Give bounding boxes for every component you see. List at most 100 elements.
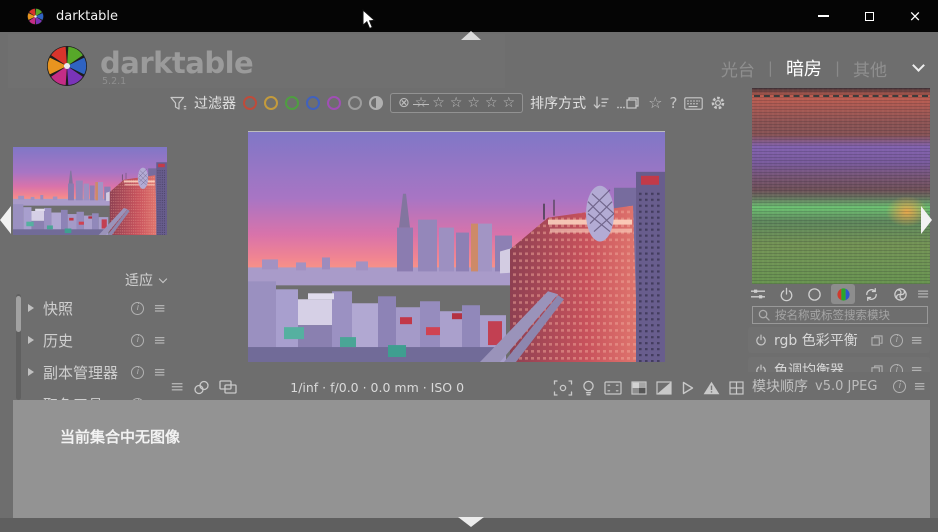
sort-label[interactable]: 排序方式 bbox=[530, 93, 586, 113]
iso12646-bulb-icon[interactable] bbox=[582, 380, 595, 396]
module-power-icon[interactable] bbox=[755, 334, 767, 346]
tab-separator: | bbox=[835, 59, 840, 77]
maximize-icon bbox=[865, 12, 874, 21]
left-panel-scrollbar[interactable] bbox=[16, 294, 21, 400]
color-label-none-icon[interactable] bbox=[348, 96, 362, 110]
navigation-thumbnail[interactable] bbox=[13, 147, 167, 235]
help-icon[interactable]: ? bbox=[669, 94, 677, 112]
tab-other[interactable]: 其他 bbox=[853, 56, 887, 81]
raw-overexposed-icon[interactable] bbox=[631, 381, 647, 395]
panel-section-duplicate-manager[interactable]: 副本管理器 i ≡ bbox=[28, 356, 166, 388]
module-search-input[interactable] bbox=[775, 308, 922, 322]
info-icon[interactable]: i bbox=[131, 366, 144, 379]
softproof-play-icon[interactable] bbox=[681, 381, 694, 395]
module-order-label: 模块顺序 bbox=[752, 376, 808, 396]
second-window-icon[interactable] bbox=[219, 380, 237, 395]
star-4-icon[interactable]: ☆ bbox=[485, 96, 498, 110]
quick-access-icon[interactable] bbox=[746, 284, 770, 304]
tab-darkroom[interactable]: 暗房 bbox=[786, 55, 822, 81]
tab-separator: | bbox=[768, 59, 773, 77]
darktable-logo-icon bbox=[46, 45, 88, 87]
darkroom-bottom-toolbar: ≡ 1/inf · f/0.0 · 0.0 mm · ISO 0 bbox=[170, 375, 744, 400]
clipping-indicator-icon[interactable] bbox=[656, 381, 672, 395]
image-grouping-icon[interactable] bbox=[193, 380, 210, 395]
grouping-stack-icon[interactable] bbox=[616, 96, 641, 110]
crop-borders-icon[interactable] bbox=[604, 381, 622, 395]
star-3-icon[interactable]: ☆ bbox=[467, 96, 480, 110]
section-label: 快照 bbox=[43, 298, 122, 319]
titlebar: darktable × bbox=[0, 0, 938, 32]
presets-menu-icon[interactable]: ≡ bbox=[913, 379, 926, 394]
shortcuts-keyboard-icon[interactable] bbox=[684, 97, 703, 110]
module-color-balance-rgb[interactable]: rgb 色彩平衡 i ≡ bbox=[748, 327, 930, 353]
module-tone-equalizer[interactable]: 色调均衡器 i ≡ bbox=[748, 357, 930, 372]
filmstrip-menu-icon[interactable]: ≡ bbox=[170, 379, 184, 396]
effects-group-fan-icon[interactable] bbox=[888, 284, 912, 304]
color-label-green-icon[interactable] bbox=[285, 96, 299, 110]
scrollbar-thumb[interactable] bbox=[16, 296, 21, 332]
sort-direction-icon[interactable] bbox=[593, 96, 609, 110]
left-panel-collapse-arrow-icon[interactable] bbox=[0, 206, 11, 234]
star-2-icon[interactable]: ☆ bbox=[450, 96, 463, 110]
module-search bbox=[752, 306, 928, 324]
module-groups-menu-icon[interactable]: ≡ bbox=[917, 286, 930, 302]
zoom-mode-dropdown[interactable]: 适应 bbox=[26, 269, 166, 291]
star-5-icon[interactable]: ☆ bbox=[503, 96, 516, 110]
filter-label[interactable]: 过滤器 bbox=[194, 93, 236, 113]
preferences-gear-icon[interactable] bbox=[710, 95, 726, 111]
rating-filter: ⊗ ☆ ☆ ☆ ☆ ☆ ☆ bbox=[390, 93, 523, 113]
color-label-blue-icon[interactable] bbox=[306, 96, 320, 110]
info-icon[interactable]: i bbox=[131, 334, 144, 347]
presets-menu-icon[interactable]: ≡ bbox=[153, 333, 166, 348]
presets-menu-icon[interactable]: ≡ bbox=[153, 301, 166, 316]
presets-menu-icon[interactable]: ≡ bbox=[910, 333, 923, 348]
correct-group-icon[interactable] bbox=[860, 284, 884, 304]
app-window: darktable × darktable 5.2.1 光台 | 暗房 | 其他… bbox=[0, 0, 938, 532]
filter-funnel-icon[interactable] bbox=[170, 96, 187, 111]
color-label-purple-icon[interactable] bbox=[327, 96, 341, 110]
panel-section-snapshots[interactable]: 快照 i ≡ bbox=[28, 292, 166, 324]
presets-menu-icon[interactable]: ≡ bbox=[153, 365, 166, 380]
maximize-button[interactable] bbox=[846, 0, 892, 32]
color-label-red-icon[interactable] bbox=[243, 96, 257, 110]
module-label: rgb 色彩平衡 bbox=[774, 330, 864, 350]
color-label-yellow-icon[interactable] bbox=[264, 96, 278, 110]
color-group-rgb-icon[interactable] bbox=[831, 284, 855, 304]
info-icon[interactable]: i bbox=[890, 334, 903, 347]
close-button[interactable]: × bbox=[892, 0, 938, 32]
exif-info: 1/inf · f/0.0 · 0.0 mm · ISO 0 bbox=[290, 380, 464, 395]
presets-menu-icon[interactable]: ≡ bbox=[910, 363, 923, 373]
info-icon[interactable]: i bbox=[893, 380, 906, 393]
active-modules-power-icon[interactable] bbox=[774, 284, 798, 304]
module-groups-bar: ≡ bbox=[746, 284, 930, 304]
filmstrip-panel[interactable]: 当前集合中无图像 bbox=[13, 400, 930, 518]
info-icon[interactable]: i bbox=[890, 364, 903, 373]
overlays-star-icon[interactable]: ☆ bbox=[648, 95, 662, 111]
mouse-cursor bbox=[362, 9, 377, 30]
views-chevron-down-icon[interactable] bbox=[912, 59, 925, 72]
top-toolbar: 过滤器 ⊗ ☆ ☆ ☆ ☆ ☆ ☆ 排序方式 ☆ ? bbox=[170, 89, 742, 117]
module-power-icon[interactable] bbox=[755, 364, 767, 372]
reject-icon[interactable]: ⊗ bbox=[398, 96, 410, 110]
gamut-check-warning-icon[interactable] bbox=[703, 381, 720, 395]
info-icon[interactable]: i bbox=[131, 302, 144, 315]
tab-lighttable[interactable]: 光台 bbox=[721, 56, 755, 81]
close-icon: × bbox=[909, 9, 922, 24]
bottom-panel-collapse-arrow-icon[interactable] bbox=[458, 517, 484, 527]
panel-section-history[interactable]: 历史 i ≡ bbox=[28, 324, 166, 356]
focus-peaking-icon[interactable] bbox=[553, 380, 573, 396]
right-panel-collapse-arrow-icon[interactable] bbox=[921, 206, 932, 234]
star-1-icon[interactable]: ☆ bbox=[432, 96, 445, 110]
module-order-row[interactable]: 模块顺序 v5.0 JPEG i ≡ bbox=[748, 374, 930, 398]
base-group-circle-icon[interactable] bbox=[803, 284, 827, 304]
main-image-canvas[interactable] bbox=[248, 131, 665, 362]
color-label-toggle-icon[interactable] bbox=[369, 96, 383, 110]
zero-star-icon[interactable]: ☆ bbox=[415, 96, 428, 110]
minimize-button[interactable] bbox=[800, 0, 846, 32]
empty-collection-message: 当前集合中无图像 bbox=[60, 426, 180, 447]
waveform-scope[interactable] bbox=[752, 88, 930, 284]
top-panel-collapse-arrow-icon[interactable] bbox=[461, 31, 481, 40]
multi-instance-icon[interactable] bbox=[871, 335, 883, 346]
multi-instance-icon[interactable] bbox=[871, 365, 883, 373]
guides-grid-icon[interactable] bbox=[729, 381, 744, 395]
